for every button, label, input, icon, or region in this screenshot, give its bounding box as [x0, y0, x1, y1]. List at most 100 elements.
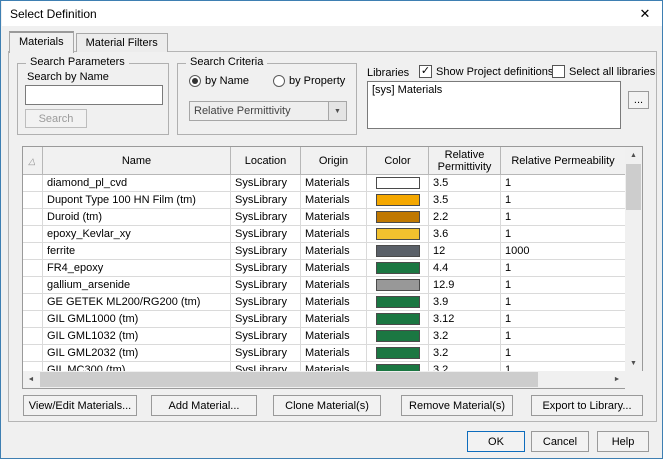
- window-title: Select Definition: [10, 6, 97, 21]
- color-swatch: [375, 245, 420, 257]
- materials-table-body: diamond_pl_cvd SysLibrary Materials 3.5 …: [23, 175, 625, 371]
- radio-by-name-circle: [189, 75, 201, 87]
- row-selector-cell: [23, 294, 43, 311]
- table-row[interactable]: GE GETEK ML200/RG200 (tm) SysLibrary Mat…: [23, 294, 625, 311]
- scrollbar-corner: [625, 371, 643, 389]
- cancel-button[interactable]: Cancel: [531, 431, 589, 452]
- cell-permittivity: 3.12: [429, 311, 501, 328]
- cell-location: SysLibrary: [231, 345, 301, 362]
- browse-libraries-button[interactable]: ...: [628, 91, 649, 109]
- select-all-libraries-label: Select all libraries: [569, 65, 656, 78]
- table-row[interactable]: Dupont Type 100 HN Film (tm) SysLibrary …: [23, 192, 625, 209]
- cell-permeability: 1: [501, 209, 625, 226]
- table-row[interactable]: epoxy_Kevlar_xy SysLibrary Materials 3.6…: [23, 226, 625, 243]
- export-to-library-button[interactable]: Export to Library...: [531, 395, 643, 416]
- help-button[interactable]: Help: [597, 431, 649, 452]
- cell-permittivity: 3.2: [429, 362, 501, 371]
- cell-name: GIL GML1000 (tm): [43, 311, 231, 328]
- show-project-definitions-checkbox[interactable]: ✓ Show Project definitions: [419, 65, 553, 78]
- color-swatch: [375, 262, 420, 274]
- cell-location: SysLibrary: [231, 277, 301, 294]
- cell-origin: Materials: [301, 260, 367, 277]
- row-selector-cell: [23, 175, 43, 192]
- cell-location: SysLibrary: [231, 243, 301, 260]
- libraries-listbox[interactable]: [sys] Materials: [367, 81, 621, 129]
- cell-name: GIL MC300 (tm): [43, 362, 231, 371]
- cell-location: SysLibrary: [231, 311, 301, 328]
- ok-button[interactable]: OK: [467, 431, 525, 452]
- cell-name: diamond_pl_cvd: [43, 175, 231, 192]
- color-swatch: [375, 330, 420, 342]
- clone-material-button[interactable]: Clone Material(s): [273, 395, 381, 416]
- show-project-definitions-label: Show Project definitions: [436, 65, 554, 78]
- cell-origin: Materials: [301, 311, 367, 328]
- table-row[interactable]: GIL GML2032 (tm) SysLibrary Materials 3.…: [23, 345, 625, 362]
- cell-origin: Materials: [301, 209, 367, 226]
- scroll-up-icon[interactable]: ▲: [625, 147, 642, 163]
- cell-permittivity: 3.9: [429, 294, 501, 311]
- property-dropdown[interactable]: Relative Permittivity ▼: [189, 101, 347, 121]
- radio-by-property[interactable]: by Property: [273, 75, 345, 87]
- checkmark-icon: ✓: [419, 65, 432, 78]
- view-edit-materials-button[interactable]: View/Edit Materials...: [23, 395, 137, 416]
- vertical-scrollbar-thumb[interactable]: [626, 164, 641, 210]
- vertical-scrollbar[interactable]: ▲ ▼: [625, 147, 642, 371]
- table-row[interactable]: gallium_arsenide SysLibrary Materials 12…: [23, 277, 625, 294]
- tab-materials[interactable]: Materials: [9, 31, 74, 53]
- table-row[interactable]: GIL GML1032 (tm) SysLibrary Materials 3.…: [23, 328, 625, 345]
- radio-by-name[interactable]: by Name: [189, 75, 249, 87]
- table-row[interactable]: ferrite SysLibrary Materials 12 1000: [23, 243, 625, 260]
- color-swatch: [375, 364, 420, 371]
- search-criteria-legend: Search Criteria: [186, 56, 268, 68]
- cell-color: [367, 294, 429, 311]
- cell-permittivity: 3.6: [429, 226, 501, 243]
- search-by-name-input[interactable]: [25, 85, 163, 105]
- column-header-location[interactable]: Location: [231, 147, 301, 175]
- column-header-permeability[interactable]: Relative Permeability: [501, 147, 625, 175]
- scroll-down-icon[interactable]: ▼: [625, 355, 642, 371]
- table-row[interactable]: GIL GML1000 (tm) SysLibrary Materials 3.…: [23, 311, 625, 328]
- cell-origin: Materials: [301, 277, 367, 294]
- column-header-origin[interactable]: Origin: [301, 147, 367, 175]
- search-button[interactable]: Search: [25, 109, 87, 128]
- column-header-name[interactable]: Name: [43, 147, 231, 175]
- cell-location: SysLibrary: [231, 294, 301, 311]
- cell-permeability: 1: [501, 175, 625, 192]
- chevron-down-icon[interactable]: ▼: [328, 102, 346, 120]
- cell-name: GIL GML1032 (tm): [43, 328, 231, 345]
- column-header-permittivity[interactable]: Relative Permittivity: [429, 147, 501, 175]
- cell-permeability: 1: [501, 362, 625, 371]
- cell-location: SysLibrary: [231, 328, 301, 345]
- scroll-left-icon[interactable]: ◄: [23, 371, 39, 388]
- sort-column-header[interactable]: △: [23, 147, 43, 175]
- close-icon[interactable]: ✕: [628, 1, 662, 26]
- horizontal-scrollbar[interactable]: ◄ ►: [23, 371, 625, 388]
- select-all-libraries-checkbox[interactable]: Select all libraries: [552, 65, 655, 78]
- table-row[interactable]: FR4_epoxy SysLibrary Materials 4.4 1: [23, 260, 625, 277]
- cell-permeability: 1: [501, 294, 625, 311]
- column-header-color[interactable]: Color: [367, 147, 429, 175]
- tab-material-filters[interactable]: Material Filters: [75, 33, 168, 52]
- scroll-right-icon[interactable]: ►: [609, 371, 625, 388]
- cell-location: SysLibrary: [231, 226, 301, 243]
- table-row[interactable]: Duroid (tm) SysLibrary Materials 2.2 1: [23, 209, 625, 226]
- cell-color: [367, 175, 429, 192]
- row-selector-cell: [23, 209, 43, 226]
- radio-by-name-label: by Name: [205, 75, 250, 87]
- row-selector-cell: [23, 311, 43, 328]
- color-swatch: [375, 347, 420, 359]
- remove-material-button[interactable]: Remove Material(s): [401, 395, 513, 416]
- table-row[interactable]: diamond_pl_cvd SysLibrary Materials 3.5 …: [23, 175, 625, 192]
- cell-permeability: 1: [501, 345, 625, 362]
- table-row[interactable]: GIL MC300 (tm) SysLibrary Materials 3.2 …: [23, 362, 625, 371]
- add-material-button[interactable]: Add Material...: [151, 395, 257, 416]
- cell-location: SysLibrary: [231, 362, 301, 371]
- cell-permeability: 1000: [501, 243, 625, 260]
- library-list-item[interactable]: [sys] Materials: [368, 82, 620, 98]
- cell-color: [367, 192, 429, 209]
- cell-origin: Materials: [301, 362, 367, 371]
- row-selector-cell: [23, 277, 43, 294]
- cell-permeability: 1: [501, 328, 625, 345]
- cell-color: [367, 328, 429, 345]
- horizontal-scrollbar-thumb[interactable]: [40, 372, 538, 387]
